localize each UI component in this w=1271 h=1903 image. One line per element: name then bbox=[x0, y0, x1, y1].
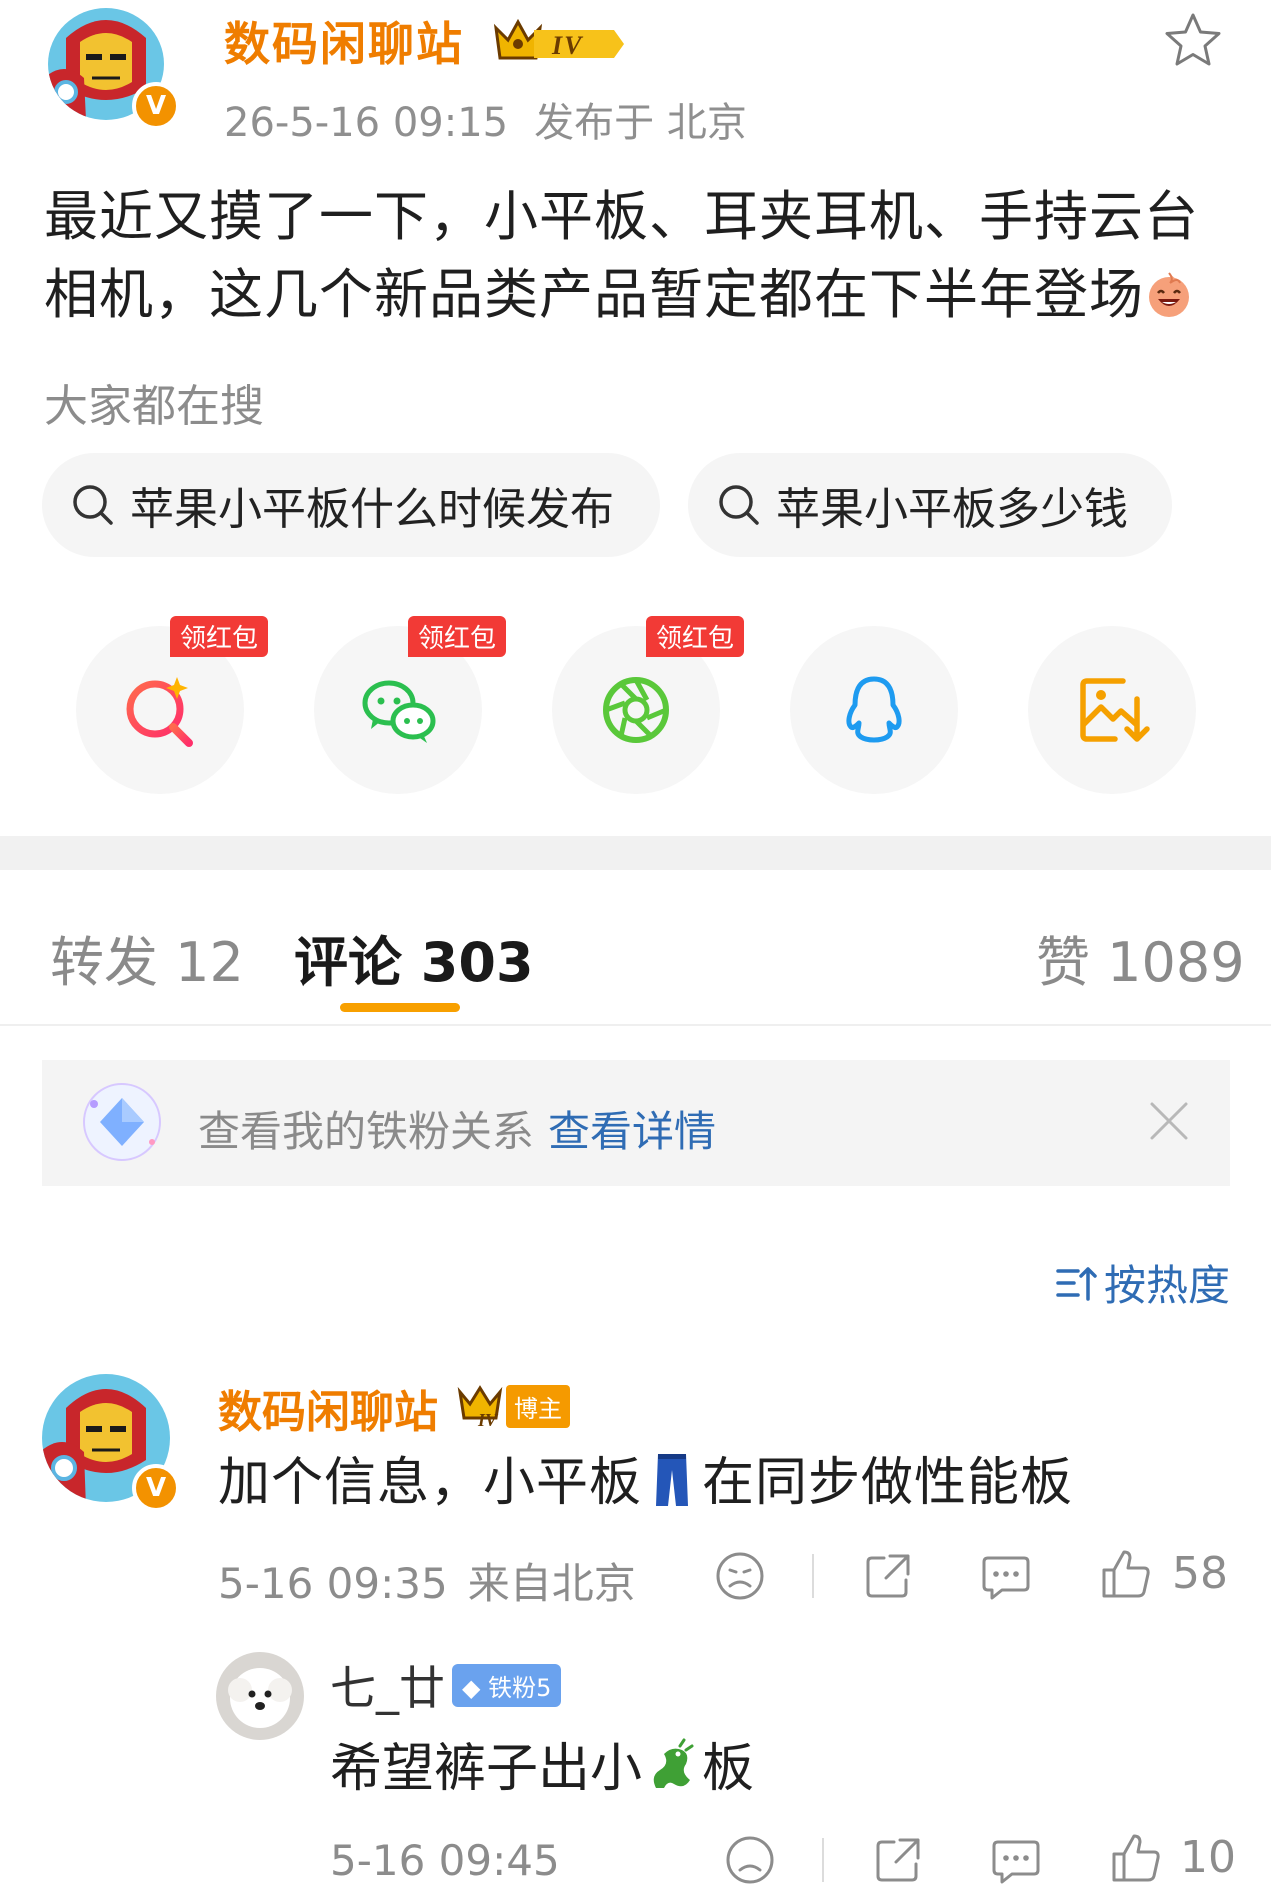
comment-icon[interactable] bbox=[980, 1550, 1032, 1602]
reply-avatar[interactable] bbox=[216, 1652, 304, 1740]
close-icon[interactable] bbox=[1146, 1098, 1192, 1144]
like-thumb-icon[interactable] bbox=[1100, 1548, 1152, 1600]
view-details-link[interactable]: 查看详情 bbox=[548, 1107, 716, 1156]
weibo-search-share-icon bbox=[126, 677, 193, 747]
save-image-icon bbox=[1080, 678, 1150, 742]
post-body: 最近又摸了一下，小平板、耳夹耳机、手持云台相机，这几个新品类产品暂定都在下半年登… bbox=[44, 178, 1234, 334]
repost-icon[interactable] bbox=[862, 1550, 914, 1602]
reply-author-name[interactable]: 七_廿 bbox=[330, 1652, 445, 1718]
section-divider bbox=[0, 836, 1271, 870]
level-text: IV bbox=[551, 31, 584, 60]
tab-repost[interactable]: 转发 12 bbox=[50, 918, 244, 997]
share-moments-button[interactable]: 领红包 bbox=[552, 616, 745, 794]
jeans-emoji-icon bbox=[656, 1454, 689, 1506]
search-icon bbox=[719, 485, 759, 525]
share-wechat-button[interactable]: 领红包 bbox=[314, 616, 507, 794]
level-crown-badge-icon: IV bbox=[493, 18, 625, 60]
comment-avatar[interactable]: V bbox=[40, 1372, 180, 1512]
laughing-emoji-icon bbox=[1149, 272, 1189, 317]
reply-text: 希望裤子出小 板 bbox=[330, 1726, 754, 1801]
hot-search-title: 大家都在搜 bbox=[44, 381, 264, 432]
sort-label: 按热度 bbox=[1104, 1261, 1231, 1310]
moments-icon bbox=[603, 677, 669, 743]
reply-text-part: 希望裤子出小 bbox=[330, 1739, 643, 1799]
qq-icon bbox=[846, 676, 902, 743]
comment-source: 来自北京 bbox=[467, 1559, 636, 1608]
like-count: 58 bbox=[1172, 1548, 1228, 1599]
like-thumb-icon[interactable] bbox=[1110, 1832, 1162, 1884]
dislike-face-icon[interactable] bbox=[714, 1550, 766, 1602]
repost-icon[interactable] bbox=[872, 1834, 924, 1886]
search-icon bbox=[73, 485, 113, 525]
iron-fan-badge: ◆ 铁粉5 bbox=[452, 1664, 562, 1707]
comment-meta: 5-16 09:35 来自北京 bbox=[218, 1550, 636, 1611]
dragon-emoji-icon bbox=[653, 1738, 694, 1788]
fan-relation-text: 查看我的铁粉关系 查看详情 bbox=[198, 1098, 716, 1159]
level-crown-badge-icon: IV bbox=[457, 1385, 503, 1428]
red-envelope-tag: 领红包 bbox=[408, 616, 507, 657]
iron-fan-badge-label: 铁粉5 bbox=[488, 1674, 552, 1702]
tab-comments[interactable]: 评论 303 bbox=[294, 918, 534, 997]
verified-badge-icon: V bbox=[132, 1464, 180, 1512]
share-weibo-search-button[interactable]: 领红包 bbox=[76, 616, 269, 794]
reply-like-count: 10 bbox=[1180, 1832, 1236, 1883]
hot-search-chip[interactable]: 苹果小平板多少钱 bbox=[688, 453, 1172, 557]
comment-icon[interactable] bbox=[990, 1834, 1042, 1886]
author-name-text: 数码闲聊站 bbox=[224, 17, 464, 71]
sort-icon bbox=[1056, 1266, 1097, 1301]
post-location: 发布于 北京 bbox=[534, 100, 747, 146]
blogger-badge: IV 博主 bbox=[456, 1384, 570, 1428]
diamond-icon: ◆ bbox=[462, 1674, 481, 1702]
tabs-divider bbox=[0, 1024, 1271, 1026]
comment-author-name[interactable]: 数码闲聊站 bbox=[218, 1376, 438, 1440]
favorite-star-icon[interactable] bbox=[1162, 10, 1224, 72]
action-separator bbox=[812, 1554, 814, 1598]
comment-text: 加个信息，小平板 在同步做性能板 bbox=[218, 1440, 1073, 1515]
blogger-tag: 博主 bbox=[506, 1384, 570, 1428]
share-qq-button[interactable] bbox=[790, 626, 958, 794]
red-envelope-tag: 领红包 bbox=[170, 616, 269, 657]
hot-search-chip[interactable]: 苹果小平板什么时候发布 bbox=[42, 453, 660, 557]
reply-time: 5-16 09:45 bbox=[330, 1836, 560, 1885]
sort-toggle[interactable]: 按热度 bbox=[1054, 1252, 1230, 1313]
red-envelope-tag: 领红包 bbox=[646, 616, 745, 657]
dislike-face-icon[interactable] bbox=[724, 1834, 776, 1886]
fan-diamond-icon bbox=[83, 1083, 161, 1161]
author-avatar[interactable]: V bbox=[44, 8, 180, 130]
comment-text-part: 在同步做性能板 bbox=[702, 1453, 1074, 1513]
comment-time: 5-16 09:35 bbox=[218, 1559, 448, 1608]
post-body-text: 最近又摸了一下，小平板、耳夹耳机、手持云台相机，这几个新品类产品暂定都在下半年登… bbox=[44, 185, 1199, 326]
verified-badge-icon: V bbox=[132, 82, 180, 130]
wechat-icon bbox=[362, 680, 436, 743]
save-image-button[interactable] bbox=[1028, 626, 1196, 794]
hot-search-chip-label: 苹果小平板什么时候发布 bbox=[130, 484, 614, 535]
dog-avatar-image bbox=[216, 1652, 304, 1740]
tab-likes[interactable]: 赞 1089 bbox=[1036, 918, 1245, 997]
action-separator bbox=[822, 1838, 824, 1882]
author-name[interactable]: 数码闲聊站 IV bbox=[224, 8, 630, 74]
reply-text-part: 板 bbox=[702, 1739, 755, 1799]
comment-text-part: 加个信息，小平板 bbox=[218, 1453, 643, 1513]
hot-search-chip-label: 苹果小平板多少钱 bbox=[776, 484, 1128, 535]
fan-relation-label: 查看我的铁粉关系 bbox=[198, 1107, 535, 1156]
post-date: 26-5-16 09:15 bbox=[224, 100, 509, 146]
level-text: IV bbox=[477, 1410, 499, 1428]
active-tab-indicator bbox=[340, 1003, 460, 1012]
post-meta: 26-5-16 09:15 发布于 北京 bbox=[224, 90, 747, 148]
